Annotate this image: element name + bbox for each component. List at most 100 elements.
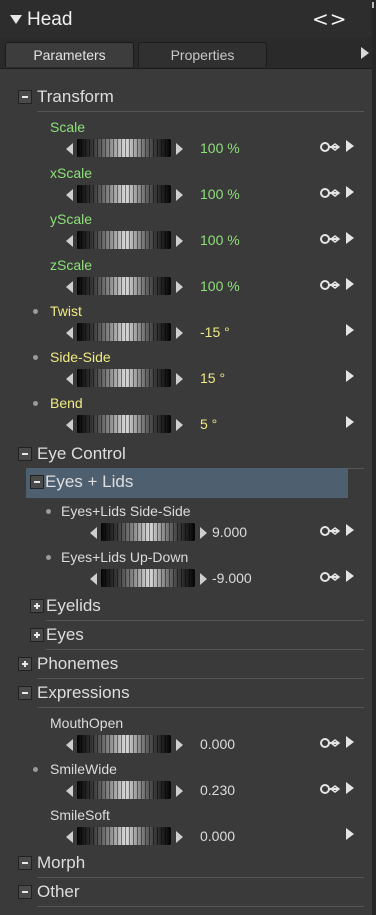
param-value[interactable]: 0.000 xyxy=(200,736,235,752)
dial-wheel[interactable] xyxy=(77,231,171,249)
expand-icon[interactable] xyxy=(30,628,44,642)
tab-properties[interactable]: Properties xyxy=(138,42,267,67)
param-menu-arrow-icon[interactable] xyxy=(346,370,354,382)
param-value[interactable]: 9.000 xyxy=(212,524,247,540)
dependency-dot-icon xyxy=(33,401,38,406)
dial-wheel[interactable] xyxy=(77,415,171,433)
param-label: yScale xyxy=(50,211,93,227)
panel-menu-arrow-icon[interactable] xyxy=(361,47,369,59)
param-value[interactable]: 0.230 xyxy=(200,782,235,798)
param-value[interactable]: -15 ° xyxy=(200,324,230,340)
param-menu-arrow-icon[interactable] xyxy=(346,828,354,840)
param-menu-arrow-icon[interactable] xyxy=(346,782,354,794)
decrement-arrow-icon[interactable] xyxy=(66,281,73,293)
keyframe-key-icon[interactable] xyxy=(320,782,344,796)
keyframe-key-icon[interactable] xyxy=(320,232,344,246)
tab-parameters[interactable]: Parameters xyxy=(5,42,134,67)
param-value[interactable]: -9.000 xyxy=(212,570,252,586)
dial-wheel[interactable] xyxy=(77,139,171,157)
dial-wheel[interactable] xyxy=(77,369,171,387)
increment-arrow-icon[interactable] xyxy=(176,143,183,155)
decrement-arrow-icon[interactable] xyxy=(66,373,73,385)
param-value[interactable]: 0.000 xyxy=(200,828,235,844)
decrement-arrow-icon[interactable] xyxy=(66,831,73,843)
param-value[interactable]: 5 ° xyxy=(200,416,217,432)
dial-wheel[interactable] xyxy=(101,569,195,587)
group-morph[interactable]: Morph xyxy=(0,849,372,879)
increment-arrow-icon[interactable] xyxy=(176,739,183,751)
collapse-icon[interactable] xyxy=(30,475,44,489)
param-menu-arrow-icon[interactable] xyxy=(346,324,354,336)
param-menu-arrow-icon[interactable] xyxy=(346,416,354,428)
title-dropdown-icon[interactable] xyxy=(10,15,22,24)
param-menu-arrow-icon[interactable] xyxy=(346,570,354,582)
group-transform[interactable]: Transform xyxy=(0,83,372,113)
decrement-arrow-icon[interactable] xyxy=(90,527,97,539)
increment-arrow-icon[interactable] xyxy=(176,281,183,293)
dial-wheel[interactable] xyxy=(77,735,171,753)
decrement-arrow-icon[interactable] xyxy=(66,143,73,155)
collapse-icon[interactable] xyxy=(18,90,32,104)
param-menu-arrow-icon[interactable] xyxy=(346,140,354,152)
expand-icon[interactable] xyxy=(30,599,44,613)
dependency-dot-icon xyxy=(46,509,51,514)
increment-arrow-icon[interactable] xyxy=(176,831,183,843)
decrement-arrow-icon[interactable] xyxy=(90,573,97,585)
param-label: Scale xyxy=(50,119,86,135)
increment-arrow-icon[interactable] xyxy=(176,235,183,247)
keyframe-key-icon[interactable] xyxy=(320,186,344,200)
prev-next-actor-button[interactable]: <> xyxy=(312,7,348,31)
increment-arrow-icon[interactable] xyxy=(176,373,183,385)
collapse-icon[interactable] xyxy=(18,885,32,899)
increment-arrow-icon[interactable] xyxy=(200,573,207,585)
increment-arrow-icon[interactable] xyxy=(200,527,207,539)
actor-title[interactable]: Head xyxy=(27,9,72,31)
decrement-arrow-icon[interactable] xyxy=(66,419,73,431)
keyframe-key-icon[interactable] xyxy=(320,736,344,750)
increment-arrow-icon[interactable] xyxy=(176,785,183,797)
divider xyxy=(37,906,364,907)
keyframe-key-icon[interactable] xyxy=(320,278,344,292)
param-value[interactable]: 100 % xyxy=(200,140,240,156)
decrement-arrow-icon[interactable] xyxy=(66,189,73,201)
increment-arrow-icon[interactable] xyxy=(176,419,183,431)
group-eyes-lids[interactable]: Eyes + Lids xyxy=(26,468,348,498)
param-menu-arrow-icon[interactable] xyxy=(346,186,354,198)
increment-arrow-icon[interactable] xyxy=(176,327,183,339)
dial-wheel[interactable] xyxy=(101,523,195,541)
group-other[interactable]: Other xyxy=(0,878,372,908)
param-value[interactable]: 100 % xyxy=(200,278,240,294)
group-eye-control[interactable]: Eye Control xyxy=(0,440,372,470)
param-menu-arrow-icon[interactable] xyxy=(346,232,354,244)
collapse-icon[interactable] xyxy=(18,856,32,870)
param-menu-arrow-icon[interactable] xyxy=(346,278,354,290)
keyframe-key-icon[interactable] xyxy=(320,570,344,584)
dial-wheel[interactable] xyxy=(77,185,171,203)
collapse-icon[interactable] xyxy=(18,447,32,461)
collapse-icon[interactable] xyxy=(18,686,32,700)
dial-wheel[interactable] xyxy=(77,781,171,799)
param-value[interactable]: 15 ° xyxy=(200,370,225,386)
group-phonemes[interactable]: Phonemes xyxy=(0,650,372,680)
group-label: Eyelids xyxy=(46,596,101,615)
expand-icon[interactable] xyxy=(18,657,32,671)
group-expressions[interactable]: Expressions xyxy=(0,679,372,709)
decrement-arrow-icon[interactable] xyxy=(66,235,73,247)
dial-wheel[interactable] xyxy=(77,277,171,295)
dial-wheel[interactable] xyxy=(77,323,171,341)
param-side-side: Side-Side 15 ° xyxy=(0,348,372,394)
dial-wheel[interactable] xyxy=(77,827,171,845)
param-menu-arrow-icon[interactable] xyxy=(346,736,354,748)
keyframe-key-icon[interactable] xyxy=(320,140,344,154)
increment-arrow-icon[interactable] xyxy=(176,189,183,201)
param-value[interactable]: 100 % xyxy=(200,232,240,248)
keyframe-key-icon[interactable] xyxy=(320,524,344,538)
decrement-arrow-icon[interactable] xyxy=(66,785,73,797)
decrement-arrow-icon[interactable] xyxy=(66,739,73,751)
decrement-arrow-icon[interactable] xyxy=(66,327,73,339)
group-eyelids[interactable]: Eyelids xyxy=(0,592,372,622)
param-mouth-open: MouthOpen 0.000 xyxy=(0,714,372,760)
param-value[interactable]: 100 % xyxy=(200,186,240,202)
param-menu-arrow-icon[interactable] xyxy=(346,524,354,536)
group-eyes[interactable]: Eyes xyxy=(0,621,372,651)
